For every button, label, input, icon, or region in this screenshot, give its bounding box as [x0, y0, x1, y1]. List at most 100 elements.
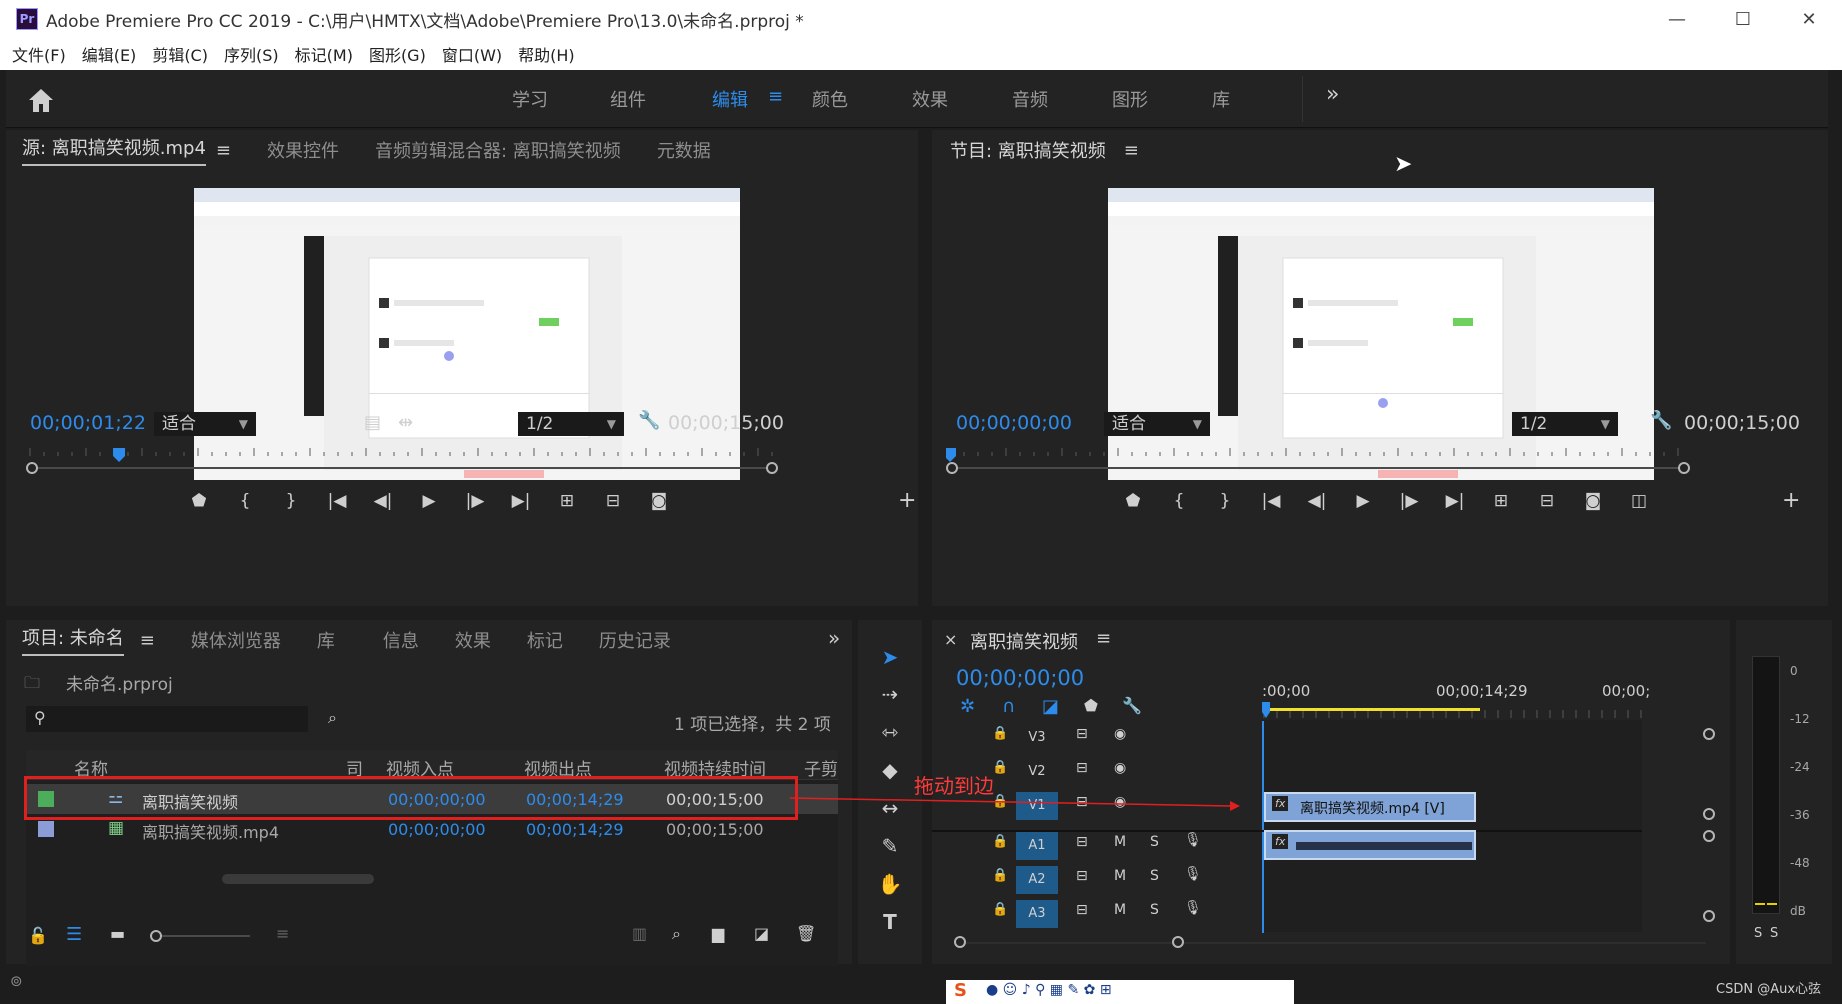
- tab-program[interactable]: 节目: 离职搞笑视频: [950, 137, 1106, 163]
- video-clip[interactable]: fx 离职搞笑视频.mp4 [V]: [1264, 792, 1476, 822]
- solo-right-button[interactable]: S: [1770, 926, 1778, 941]
- row-video-duration[interactable]: 00;00;15;00: [666, 820, 764, 839]
- sync-lock-icon[interactable]: ⊟: [1076, 868, 1088, 884]
- tab-source[interactable]: 源: 离职搞笑视频.mp4: [22, 134, 206, 166]
- comparison-view-icon[interactable]: ◫: [1616, 491, 1662, 511]
- mark-in-icon[interactable]: {: [222, 491, 268, 511]
- playhead-marker[interactable]: [113, 448, 126, 462]
- step-forward-icon[interactable]: |▶: [452, 491, 498, 511]
- workspace-tab-assembly[interactable]: 组件: [610, 86, 646, 112]
- zoom-slider-handle[interactable]: [150, 930, 162, 942]
- sync-lock-icon[interactable]: ⊟: [1076, 760, 1088, 776]
- add-marker-icon[interactable]: ⬟: [176, 491, 222, 511]
- minimize-button[interactable]: —: [1644, 0, 1710, 38]
- menu-sequence[interactable]: 序列(S): [224, 42, 279, 66]
- mute-button[interactable]: M: [1114, 834, 1126, 850]
- vertical-scroll-handle[interactable]: [1703, 830, 1715, 842]
- vertical-scroll-handle[interactable]: [1703, 808, 1715, 820]
- find-icon[interactable]: ⌕: [672, 924, 681, 944]
- label-color-swatch[interactable]: [38, 821, 54, 837]
- new-item-icon[interactable]: ◪: [754, 924, 769, 943]
- track-label-a1[interactable]: A1: [1016, 832, 1058, 860]
- program-time-ruler[interactable]: [946, 448, 1690, 478]
- play-icon[interactable]: ▶: [1340, 491, 1386, 511]
- playhead-marker[interactable]: [946, 448, 956, 462]
- drag-video-icon[interactable]: ⇹: [398, 412, 413, 433]
- tab-audio-clip-mixer[interactable]: 音频剪辑混合器: 离职搞笑视频: [375, 137, 621, 163]
- horizontal-scroll-handle-right[interactable]: [1172, 936, 1184, 948]
- lock-track-icon[interactable]: 🔒: [992, 726, 1008, 741]
- go-to-in-icon[interactable]: |◀: [1248, 491, 1294, 511]
- selection-tool-icon[interactable]: ➤: [870, 645, 910, 675]
- tab-metadata[interactable]: 元数据: [657, 137, 711, 163]
- settings-wrench-icon[interactable]: 🔧: [1650, 410, 1672, 431]
- hand-tool-icon[interactable]: ✋: [870, 872, 910, 902]
- home-icon[interactable]: [26, 86, 56, 114]
- track-label-a3[interactable]: A3: [1016, 900, 1058, 928]
- find-bin-icon[interactable]: ⌕: [328, 708, 337, 728]
- button-editor-plus-icon[interactable]: +: [1782, 488, 1800, 513]
- workspace-tab-color[interactable]: 颜色: [812, 86, 848, 112]
- tab-markers[interactable]: 标记: [527, 627, 563, 653]
- tab-media-browser[interactable]: 媒体浏览器: [191, 627, 281, 653]
- solo-button[interactable]: S: [1150, 868, 1159, 884]
- menu-window[interactable]: 窗口(W): [442, 42, 502, 66]
- sort-icon[interactable]: ≡: [276, 924, 289, 943]
- sync-lock-icon[interactable]: ⊟: [1076, 902, 1088, 918]
- settings-wrench-icon[interactable]: 🔧: [638, 410, 660, 431]
- source-time-ruler[interactable]: [26, 448, 778, 478]
- workspace-overflow-icon[interactable]: »: [1326, 82, 1339, 107]
- trash-icon[interactable]: 🗑: [796, 924, 816, 943]
- timeline-close-icon[interactable]: ×: [944, 630, 957, 649]
- track-label-a2[interactable]: A2: [1016, 866, 1058, 894]
- mark-out-icon[interactable]: }: [1202, 491, 1248, 511]
- go-to-in-icon[interactable]: |◀: [314, 491, 360, 511]
- source-timecode[interactable]: 00;00;01;22: [30, 412, 146, 434]
- icon-view-icon[interactable]: ▬: [110, 924, 125, 943]
- lock-track-icon[interactable]: 🔒: [992, 868, 1008, 883]
- source-panel-menu-icon[interactable]: ≡: [216, 140, 231, 161]
- lock-icon[interactable]: 🔓: [28, 926, 48, 945]
- tab-timeline[interactable]: 离职搞笑视频: [970, 628, 1078, 654]
- zoom-slider-track[interactable]: [162, 935, 250, 937]
- program-fit-dropdown[interactable]: 适合 ▼: [1104, 412, 1210, 436]
- nest-icon[interactable]: ✲: [960, 696, 975, 717]
- sogou-ime-icon[interactable]: S: [954, 980, 967, 1001]
- playhead-line[interactable]: [1262, 721, 1264, 933]
- workspace-tab-libraries[interactable]: 库: [1212, 86, 1230, 112]
- lock-track-icon[interactable]: 🔒: [992, 902, 1008, 917]
- overwrite-icon[interactable]: ⊟: [590, 491, 636, 511]
- mark-in-icon[interactable]: {: [1156, 491, 1202, 511]
- solo-left-button[interactable]: S: [1754, 926, 1762, 941]
- mark-out-icon[interactable]: }: [268, 491, 314, 511]
- timeline-settings-wrench-icon[interactable]: 🔧: [1122, 696, 1142, 715]
- eye-icon[interactable]: ◉: [1114, 760, 1126, 776]
- insert-overlay-icon[interactable]: ▤: [364, 412, 381, 433]
- step-back-icon[interactable]: ◀|: [360, 491, 406, 511]
- menu-clip[interactable]: 剪辑(C): [152, 42, 208, 66]
- list-view-icon[interactable]: ☰: [66, 924, 82, 945]
- type-tool-icon[interactable]: T: [870, 910, 910, 940]
- menu-help[interactable]: 帮助(H): [518, 42, 575, 66]
- tab-info[interactable]: 信息: [383, 627, 419, 653]
- timeline-horizontal-scrollbar[interactable]: [956, 942, 1706, 944]
- close-button[interactable]: ✕: [1776, 0, 1842, 38]
- button-editor-plus-icon[interactable]: +: [898, 488, 916, 513]
- new-bin-icon[interactable]: ▆: [712, 924, 724, 943]
- microphone-icon[interactable]: 🎙: [1184, 900, 1202, 916]
- track-label-v3[interactable]: V3: [1016, 724, 1058, 752]
- linked-selection-icon[interactable]: ◪: [1042, 696, 1059, 717]
- lock-track-icon[interactable]: 🔒: [992, 834, 1008, 849]
- go-to-out-icon[interactable]: ▶|: [498, 491, 544, 511]
- lift-icon[interactable]: ⊞: [1478, 491, 1524, 511]
- program-timecode[interactable]: 00;00;00;00: [956, 412, 1072, 434]
- menu-edit[interactable]: 编辑(E): [82, 42, 137, 66]
- solo-button[interactable]: S: [1150, 834, 1159, 850]
- menu-graphics[interactable]: 图形(G): [369, 42, 426, 66]
- workspace-tab-learn[interactable]: 学习: [512, 86, 548, 112]
- horizontal-scrollbar[interactable]: [222, 874, 374, 884]
- add-marker-icon[interactable]: ⬟: [1084, 696, 1098, 715]
- project-search-input[interactable]: ⚲: [26, 706, 308, 732]
- tab-effect-controls[interactable]: 效果控件: [267, 137, 339, 163]
- tab-project[interactable]: 项目: 未命名: [22, 624, 124, 656]
